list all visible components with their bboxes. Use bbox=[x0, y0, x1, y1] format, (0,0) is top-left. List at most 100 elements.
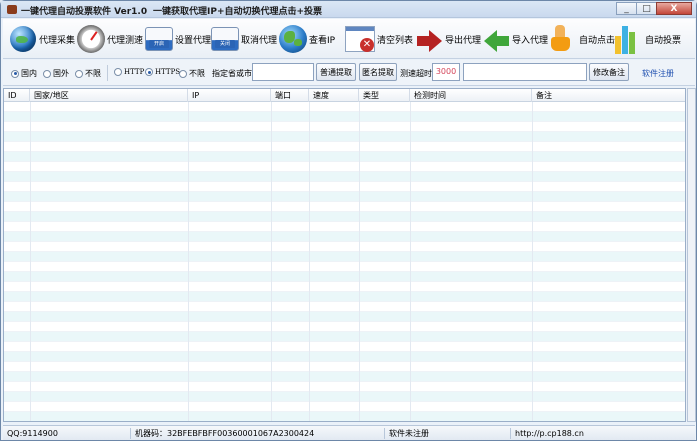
column-divider bbox=[410, 102, 411, 421]
anonymous-fetch-button[interactable]: 匿名提取 bbox=[359, 63, 397, 81]
status-machine-code: 机器码：32BFEBFBFF00360001067A2300424 bbox=[131, 428, 385, 439]
table-row[interactable] bbox=[4, 172, 685, 182]
table-row[interactable] bbox=[4, 342, 685, 352]
col-country[interactable]: 国家/地区 bbox=[30, 89, 188, 102]
column-divider bbox=[359, 102, 360, 421]
table-row[interactable] bbox=[4, 152, 685, 162]
divider bbox=[107, 65, 108, 81]
table-body bbox=[4, 102, 685, 421]
close-button[interactable]: X bbox=[656, 2, 692, 15]
table-row[interactable] bbox=[4, 322, 685, 332]
earth-icon bbox=[279, 25, 307, 53]
radio-dot-icon bbox=[43, 69, 51, 78]
table-row[interactable] bbox=[4, 292, 685, 302]
table-row[interactable] bbox=[4, 242, 685, 252]
table-row[interactable] bbox=[4, 382, 685, 392]
city-input[interactable] bbox=[252, 63, 314, 81]
table-row[interactable] bbox=[4, 332, 685, 342]
table-row[interactable] bbox=[4, 372, 685, 382]
bar-chart-icon bbox=[615, 26, 645, 54]
cancel-proxy-button[interactable]: 关闭 取消代理 bbox=[211, 21, 277, 57]
export-proxy-label: 导出代理 bbox=[445, 35, 482, 46]
hand-click-icon bbox=[551, 25, 570, 51]
app-window: 一键代理自动投票软件 Ver1.0 一键获取代理IP+自动切换代理点击+投票 _… bbox=[0, 0, 697, 441]
column-divider bbox=[532, 102, 533, 421]
table-row[interactable] bbox=[4, 122, 685, 132]
table-row[interactable] bbox=[4, 232, 685, 242]
table-row[interactable] bbox=[4, 302, 685, 312]
view-ip-label: 查看IP bbox=[309, 35, 336, 46]
register-link[interactable]: 软件注册 bbox=[642, 68, 674, 79]
minimize-button[interactable]: _ bbox=[616, 2, 637, 15]
radio-dot-icon bbox=[179, 69, 187, 78]
table-row[interactable] bbox=[4, 362, 685, 372]
table-row[interactable] bbox=[4, 412, 685, 421]
col-id[interactable]: ID bbox=[4, 89, 30, 102]
view-ip-button[interactable]: 查看IP bbox=[279, 21, 335, 57]
col-note[interactable]: 备注 bbox=[532, 89, 685, 102]
table-row[interactable] bbox=[4, 112, 685, 122]
clear-list-icon: ✕ bbox=[345, 26, 375, 52]
title-bar[interactable]: 一键代理自动投票软件 Ver1.0 一键获取代理IP+自动切换代理点击+投票 _… bbox=[1, 1, 696, 18]
window-open-icon: 开启 bbox=[145, 27, 173, 51]
table-row[interactable] bbox=[4, 312, 685, 322]
auto-vote-label: 自动投票 bbox=[645, 35, 682, 46]
status-qq: QQ:9114900 bbox=[3, 428, 131, 439]
radio-protocol-https[interactable]: HTTPS bbox=[145, 68, 180, 76]
col-ip[interactable]: IP bbox=[188, 89, 271, 102]
radio-protocol-http[interactable]: HTTP bbox=[114, 68, 144, 76]
column-divider bbox=[271, 102, 272, 421]
export-proxy-button[interactable]: 导出代理 bbox=[415, 21, 481, 57]
normal-fetch-button[interactable]: 普通提取 bbox=[316, 63, 356, 81]
table-row[interactable] bbox=[4, 282, 685, 292]
table-row[interactable] bbox=[4, 272, 685, 282]
maximize-button[interactable]: □ bbox=[636, 2, 657, 15]
window-subtitle: 一键获取代理IP+自动切换代理点击+投票 bbox=[153, 7, 323, 17]
col-port[interactable]: 端口 bbox=[271, 89, 309, 102]
auto-click-label: 自动点击 bbox=[579, 35, 616, 46]
table-row[interactable] bbox=[4, 102, 685, 112]
collect-proxy-button[interactable]: 代理采集 bbox=[9, 21, 75, 57]
table-row[interactable] bbox=[4, 262, 685, 272]
table-row[interactable] bbox=[4, 212, 685, 222]
column-divider bbox=[188, 102, 189, 421]
table-row[interactable] bbox=[4, 402, 685, 412]
clear-list-button[interactable]: ✕ 清空列表 bbox=[345, 21, 413, 57]
gauge-icon bbox=[77, 25, 105, 53]
auto-vote-button[interactable]: 自动投票 bbox=[615, 21, 681, 57]
table-row[interactable] bbox=[4, 182, 685, 192]
cancel-proxy-label: 取消代理 bbox=[241, 35, 278, 46]
window-controls: _ □ X bbox=[616, 2, 692, 15]
set-proxy-button[interactable]: 开启 设置代理 bbox=[145, 21, 211, 57]
col-check-time[interactable]: 检测时间 bbox=[410, 89, 532, 102]
table-row[interactable] bbox=[4, 132, 685, 142]
note-input[interactable] bbox=[463, 63, 587, 81]
radio-region-domestic[interactable]: 国内 bbox=[11, 68, 37, 79]
col-speed[interactable]: 速度 bbox=[309, 89, 359, 102]
status-website[interactable]: http://p.cp188.cn bbox=[511, 428, 695, 439]
col-type[interactable]: 类型 bbox=[359, 89, 410, 102]
speed-test-button[interactable]: 代理测速 bbox=[77, 21, 143, 57]
column-divider bbox=[309, 102, 310, 421]
edit-note-button[interactable]: 修改备注 bbox=[589, 63, 629, 81]
collect-proxy-label: 代理采集 bbox=[39, 35, 76, 46]
radio-protocol-any[interactable]: 不限 bbox=[179, 68, 205, 79]
table-row[interactable] bbox=[4, 192, 685, 202]
table-row[interactable] bbox=[4, 162, 685, 172]
proxy-table[interactable]: ID 国家/地区 IP 端口 速度 类型 检测时间 备注 bbox=[3, 88, 686, 422]
import-proxy-button[interactable]: 导入代理 bbox=[482, 21, 548, 57]
table-row[interactable] bbox=[4, 202, 685, 212]
vertical-scrollbar[interactable] bbox=[687, 88, 696, 422]
table-row[interactable] bbox=[4, 352, 685, 362]
radio-region-foreign[interactable]: 国外 bbox=[43, 68, 69, 79]
table-row[interactable] bbox=[4, 392, 685, 402]
radio-region-any[interactable]: 不限 bbox=[75, 68, 101, 79]
table-row[interactable] bbox=[4, 142, 685, 152]
auto-click-button[interactable]: 自动点击 bbox=[549, 21, 615, 57]
timeout-input[interactable]: 3000 bbox=[432, 63, 460, 81]
import-proxy-label: 导入代理 bbox=[512, 35, 549, 46]
column-divider bbox=[30, 102, 31, 421]
table-row[interactable] bbox=[4, 222, 685, 232]
table-row[interactable] bbox=[4, 252, 685, 262]
main-toolbar: 代理采集 代理测速 开启 设置代理 关闭 取消代理 查看IP ✕ 清空列表 导出… bbox=[3, 19, 695, 59]
